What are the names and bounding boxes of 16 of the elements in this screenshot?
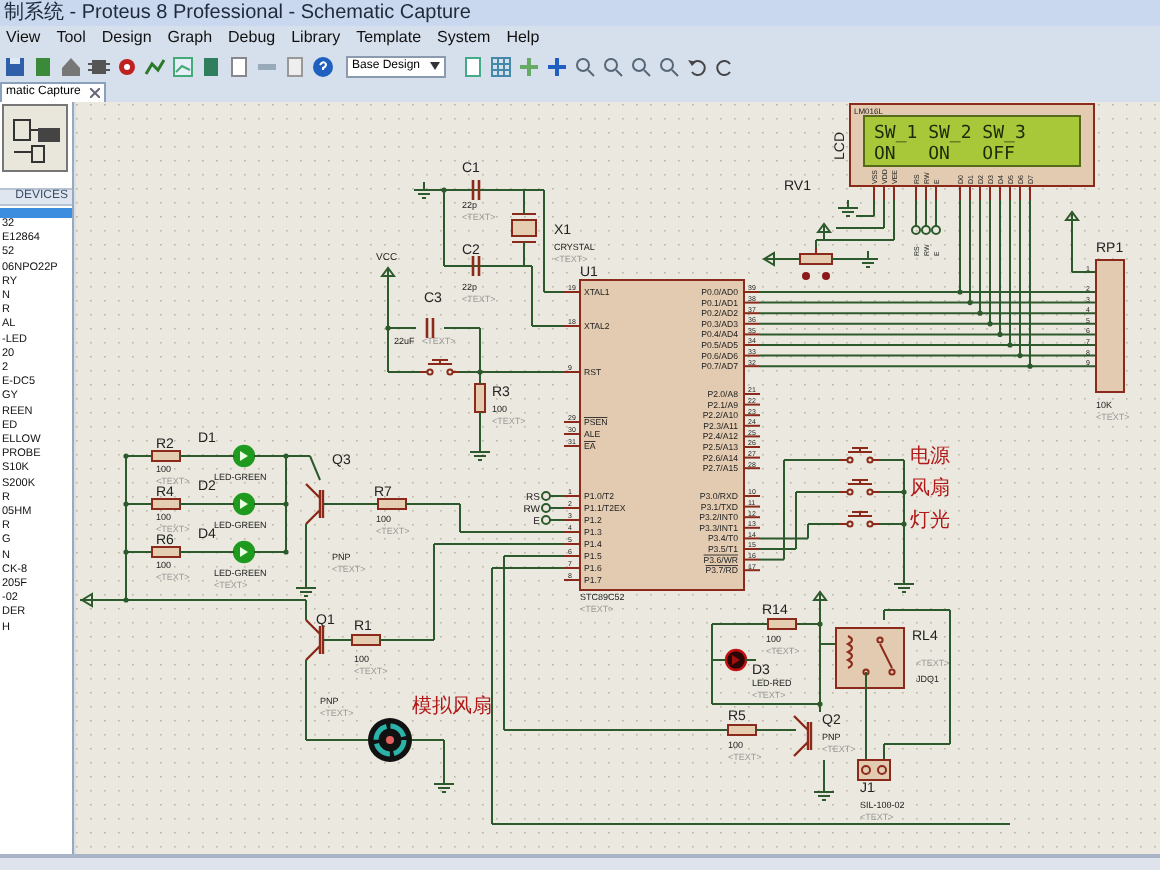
button-label: 电源	[910, 446, 950, 468]
lcd-text: SW_1 SW_2 SW_3	[874, 124, 1026, 144]
menu-item[interactable]: Graph	[167, 26, 213, 50]
menu-item[interactable]: System	[437, 26, 491, 50]
fan-label: 模拟风扇	[412, 696, 492, 718]
menu-item[interactable]: Library	[291, 26, 341, 50]
window-title: 制系统 - Proteus 8 Professional - Schematic Capture	[4, 1, 471, 25]
button-label: 灯光	[910, 510, 950, 532]
menu-item[interactable]: Debug	[228, 26, 276, 50]
menu-item[interactable]: Help	[506, 26, 540, 50]
menu-item[interactable]: Tool	[56, 26, 86, 50]
menu-item[interactable]: Template	[356, 26, 422, 50]
button-label: 风扇	[910, 478, 950, 500]
menu-item[interactable]: Design	[101, 26, 152, 50]
lcd-text: ON ON OFF	[874, 145, 1015, 165]
menu-item[interactable]: View	[6, 26, 41, 50]
